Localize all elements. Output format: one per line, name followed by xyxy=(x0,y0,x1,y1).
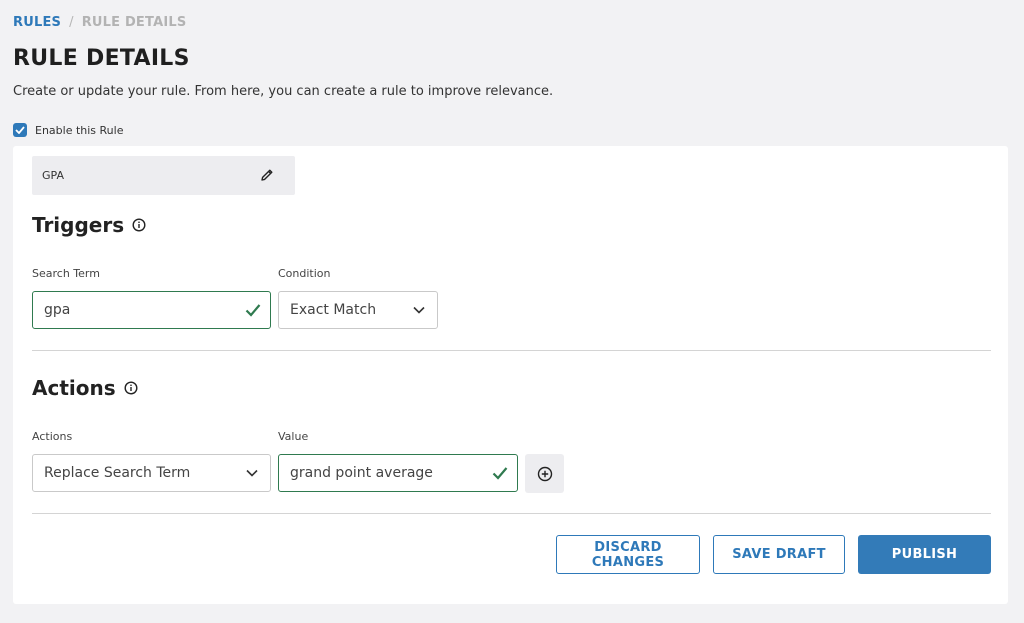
section-divider xyxy=(32,513,991,514)
discard-changes-button[interactable]: DISCARD CHANGES xyxy=(556,535,700,574)
breadcrumb-separator: / xyxy=(69,15,74,30)
enable-rule-checkbox[interactable] xyxy=(13,123,27,137)
pencil-icon[interactable] xyxy=(259,167,275,183)
triggers-title: Triggers xyxy=(32,213,125,237)
plus-circle-icon xyxy=(537,466,552,481)
rule-card: GPA Triggers Search Term Condition gpa E… xyxy=(13,146,1008,604)
condition-select[interactable]: Exact Match xyxy=(278,291,438,329)
actions-select[interactable]: Replace Search Term xyxy=(32,454,271,492)
search-term-label: Search Term xyxy=(32,267,100,280)
enable-rule-label: Enable this Rule xyxy=(35,123,124,137)
save-draft-button[interactable]: SAVE DRAFT xyxy=(713,535,845,574)
breadcrumb-rules-link[interactable]: RULES xyxy=(13,15,61,30)
actions-value: Replace Search Term xyxy=(44,465,191,481)
info-icon[interactable] xyxy=(124,381,138,395)
breadcrumb-current: RULE DETAILS xyxy=(81,15,187,30)
value-text: grand point average xyxy=(290,465,433,481)
actions-label: Actions xyxy=(32,430,73,443)
triggers-heading: Triggers xyxy=(32,213,146,237)
check-icon xyxy=(492,467,508,480)
publish-button[interactable]: PUBLISH xyxy=(858,535,991,574)
info-icon[interactable] xyxy=(132,218,146,232)
breadcrumb: RULES / RULE DETAILS xyxy=(13,15,186,30)
enable-rule-row: Enable this Rule xyxy=(13,123,123,137)
search-term-value: gpa xyxy=(44,302,71,318)
rule-name-field[interactable]: GPA xyxy=(32,156,295,195)
condition-label: Condition xyxy=(278,267,331,280)
page-description: Create or update your rule. From here, y… xyxy=(13,84,554,99)
section-divider xyxy=(32,350,991,351)
page-title: RULE DETAILS xyxy=(13,46,190,71)
check-icon xyxy=(245,304,261,317)
rule-name-text: GPA xyxy=(42,169,64,182)
chevron-down-icon xyxy=(246,469,258,477)
condition-value: Exact Match xyxy=(290,302,377,318)
checkbox-check-icon xyxy=(15,126,25,134)
add-action-button[interactable] xyxy=(525,454,564,493)
chevron-down-icon xyxy=(413,306,425,314)
search-term-input[interactable]: gpa xyxy=(32,291,271,329)
actions-heading: Actions xyxy=(32,376,138,400)
value-input[interactable]: grand point average xyxy=(278,454,518,492)
value-label: Value xyxy=(278,430,309,443)
actions-title: Actions xyxy=(32,376,116,400)
